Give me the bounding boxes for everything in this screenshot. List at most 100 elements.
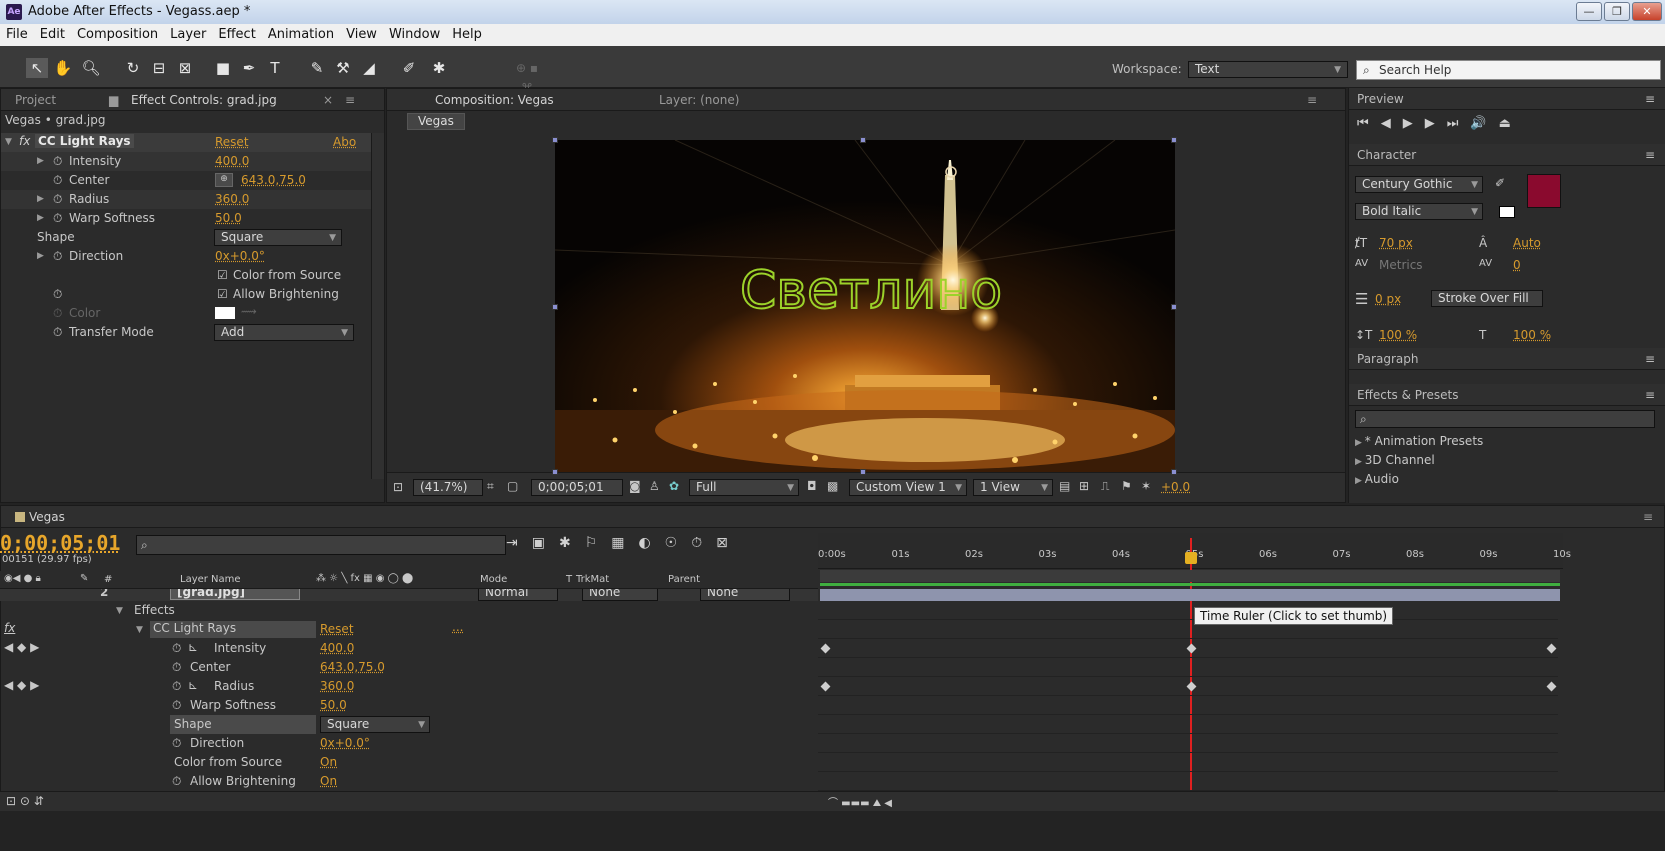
tab-layer[interactable]: Layer: (none) (659, 93, 739, 107)
menu-view[interactable]: View (340, 24, 383, 42)
menu-effect[interactable]: Effect (212, 24, 261, 42)
transform-handle[interactable] (1171, 137, 1177, 143)
shape-dropdown[interactable]: Square ▼ (320, 716, 430, 733)
zoom-slider[interactable]: ⌒ ▬▬▬ ⛰ ◀ (828, 794, 892, 809)
stopwatch-icon[interactable]: ⏱ (172, 660, 181, 675)
fast-previews-icon[interactable]: ⊞ (1079, 479, 1089, 493)
prop-value[interactable]: 400.0 (320, 641, 354, 655)
transparency-grid-icon[interactable]: ▩ (827, 479, 838, 493)
expand-triangle-icon[interactable]: ▼ (136, 625, 143, 635)
transform-handle[interactable] (1171, 304, 1177, 310)
prop-value[interactable]: 50.0 (320, 698, 347, 712)
menu-layer[interactable]: Layer (164, 24, 212, 42)
stopwatch-icon[interactable]: ⏱ (172, 641, 181, 656)
flowchart-icon[interactable]: ⚑ (1121, 479, 1132, 493)
effect-header-row[interactable]: ▼ fx CC Light Rays Reset Abo (1, 133, 371, 152)
tab-vegas[interactable]: Vegas (29, 510, 65, 524)
shape-dropdown[interactable]: Square ▼ (214, 229, 342, 246)
keyframe-lane[interactable] (818, 772, 1558, 791)
layer-parent-dropdown[interactable]: None (700, 589, 790, 601)
effect-row[interactable]: fx ▼ CC Light Rays Reset ... (0, 620, 818, 639)
timeline-prop-direction[interactable]: ⏱ Direction 0x+0.0° (0, 734, 818, 753)
expand-triangle-icon[interactable]: ▼ (116, 606, 123, 616)
exposure-value[interactable]: +0.0 (1161, 480, 1190, 494)
exposure-icon[interactable]: ✶ (1141, 479, 1151, 493)
vertical-scrollbar[interactable] (371, 133, 384, 479)
white-swatch[interactable] (1499, 206, 1515, 218)
transform-handle[interactable] (552, 304, 558, 310)
selection-tool-icon[interactable]: ↖ (26, 58, 48, 78)
panel-menu-icon[interactable]: ≡ (1645, 148, 1655, 162)
prop-value[interactable]: 0x+0.0° (215, 249, 265, 263)
rotate-tool-icon[interactable]: ↻ (122, 58, 144, 78)
composition-viewer[interactable]: Светлино (555, 140, 1175, 472)
graph-icon[interactable]: ⊾ (188, 678, 198, 692)
tracking-value[interactable]: 0 (1513, 258, 1521, 272)
timeline-prop-warp-softness[interactable]: ⏱ Warp Softness 50.0 (0, 696, 818, 715)
workspace-dropdown[interactable]: Text ▼ (1188, 61, 1348, 78)
col-layer-name[interactable]: Layer Name (180, 574, 241, 585)
keyframe-lane[interactable] (818, 715, 1558, 734)
mask-visibility-icon[interactable]: ▢ (507, 479, 518, 493)
panel-lock-icon[interactable]: ▆ (109, 93, 118, 107)
layer-row[interactable]: 2 [grad.jpg] Normal None None (0, 589, 818, 601)
panel-menu-icon[interactable]: ≡ (1645, 388, 1655, 402)
stopwatch-icon[interactable]: ⏱ (172, 736, 181, 751)
layer-duration-bar[interactable] (820, 589, 1560, 601)
always-preview-icon[interactable]: ⊡ (393, 480, 403, 494)
stopwatch-icon[interactable]: ⏱ (172, 774, 181, 789)
av-features-icons[interactable]: ◉◀︎ ● 🔒︎ (4, 573, 41, 584)
tab-preview[interactable]: Preview (1357, 92, 1404, 106)
current-time-field[interactable]: 0;00;05;01 (531, 479, 623, 496)
brush-tool-icon[interactable]: ✎ (306, 58, 328, 78)
region-of-interest-icon[interactable]: ◘ (807, 479, 817, 493)
effects-list-item[interactable]: ▶ * Animation Presets (1355, 434, 1483, 448)
effect-name[interactable]: CC Light Rays (35, 134, 134, 148)
timeline-switches[interactable]: ⇥▣✱⚐▦◐☉⏱⊠ (506, 535, 742, 551)
pen-tool-icon[interactable]: ✒ (238, 58, 260, 78)
tab-paragraph[interactable]: Paragraph (1357, 352, 1418, 366)
layer-trkmat-dropdown[interactable]: None (582, 589, 658, 601)
graph-icon[interactable]: ⊾ (188, 640, 198, 654)
stopwatch-icon[interactable]: ⏱ (53, 192, 62, 207)
timeline-prop-shape[interactable]: Shape Square ▼ (0, 715, 818, 734)
menu-file[interactable]: File (0, 24, 34, 42)
kerning-value[interactable]: Metrics (1379, 258, 1423, 272)
axis-mode-icon[interactable]: ⊕ ▪ ⌘ (516, 58, 538, 95)
stopwatch-icon[interactable]: ⏱ (172, 679, 181, 694)
timeline-search-input[interactable]: ⌕ (136, 535, 506, 555)
keyframe-lane[interactable] (818, 753, 1558, 772)
leading-value[interactable]: Auto (1513, 236, 1541, 250)
snapshot-icon[interactable]: ◙ (629, 479, 641, 493)
menu-animation[interactable]: Animation (262, 24, 340, 42)
prop-value[interactable]: On (320, 774, 337, 788)
rectangle-tool-icon[interactable]: ■ (212, 58, 234, 78)
preview-controls[interactable]: ⏮◀▶▶⏭🔊⏏ (1357, 116, 1523, 131)
transform-handle[interactable] (552, 469, 558, 475)
about-link[interactable]: ... (452, 620, 463, 634)
fx-icon[interactable]: fx (4, 621, 15, 635)
type-tool-icon[interactable]: T (264, 58, 286, 78)
stopwatch-icon[interactable]: ⏱ (53, 154, 62, 169)
timeline-prop-intensity[interactable]: ◀ ◆ ▶ ⏱ ⊾ Intensity 400.0 (0, 639, 818, 658)
layer-name[interactable]: [grad.jpg] (170, 589, 300, 600)
menu-window[interactable]: Window (383, 24, 446, 42)
panel-menu-icon[interactable]: ≡ (345, 93, 355, 107)
stroke-mode-dropdown[interactable]: Stroke Over Fill (1431, 290, 1543, 307)
prop-value[interactable]: On (320, 755, 337, 769)
reset-link[interactable]: Reset (320, 622, 354, 636)
prop-value[interactable]: 643.0,75.0 (241, 173, 306, 187)
checkbox-checked-icon[interactable]: ☑ (217, 268, 228, 282)
layer-mode-dropdown[interactable]: Normal (478, 589, 558, 601)
timeline-prop-allow-brightening[interactable]: ⏱ Allow Brightening On (0, 772, 818, 791)
stopwatch-icon[interactable]: ⏱ (53, 325, 62, 340)
timeline-icon[interactable]: ⎍ (1101, 479, 1109, 494)
maximize-button[interactable]: ❐ (1604, 2, 1630, 21)
keyframe-lane[interactable] (818, 658, 1558, 677)
timeline-prop-color-from-source[interactable]: Color from Source On (0, 753, 818, 772)
keyframe-lane[interactable] (818, 601, 1558, 620)
tab-effect-controls[interactable]: Effect Controls: grad.jpg (131, 93, 277, 107)
eyedropper-icon[interactable]: ✐ (1495, 176, 1505, 190)
checkbox-checked-icon[interactable]: ☑ (217, 287, 228, 301)
clone-stamp-tool-icon[interactable]: ⚒ (332, 58, 354, 78)
